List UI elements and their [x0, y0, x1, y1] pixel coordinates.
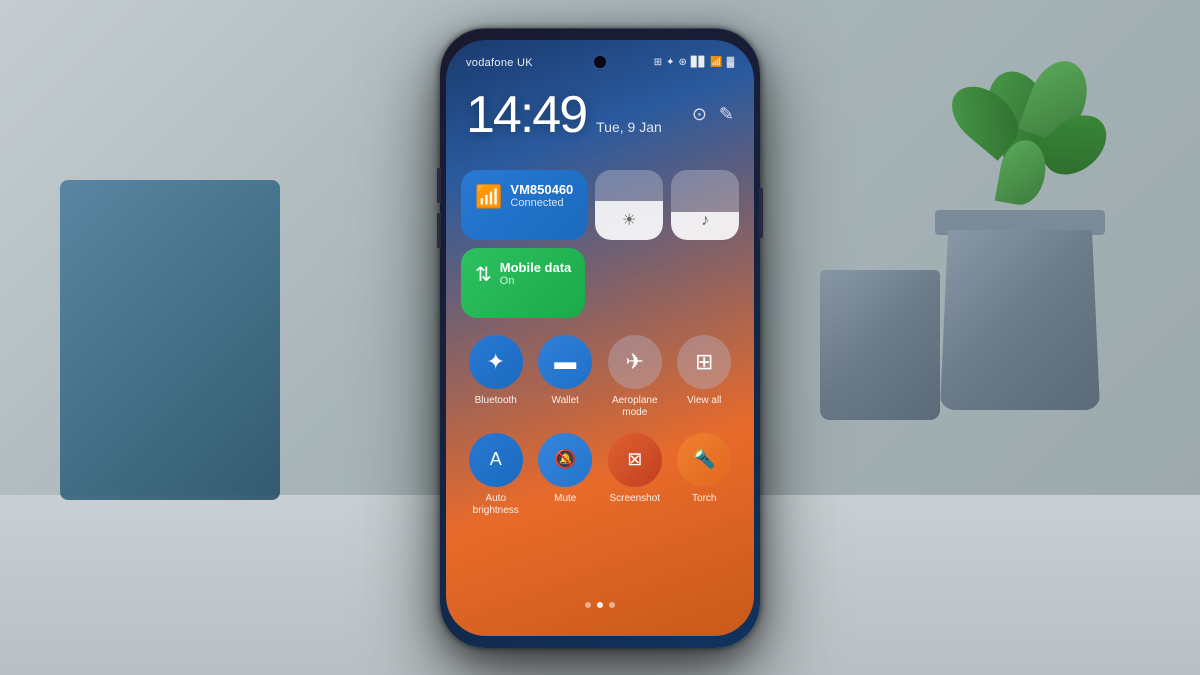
- torch-label: Torch: [692, 493, 716, 505]
- nfc-icon: ⊞: [654, 57, 662, 68]
- torch-action: 🔦 Torch: [674, 433, 734, 517]
- date-display: Tue, 9 Jan: [596, 119, 662, 135]
- settings-icon[interactable]: ⊙: [692, 104, 707, 125]
- plant-pot-small: [820, 200, 940, 420]
- aeroplane-label: Aeroplane mode: [605, 395, 665, 419]
- volume-down-button[interactable]: [437, 213, 441, 248]
- edit-icon[interactable]: ✎: [719, 104, 734, 125]
- brightness-tile[interactable]: ☀: [595, 170, 663, 240]
- mute-label: Mute: [554, 493, 576, 505]
- carrier-text: vodafone UK: [466, 57, 533, 69]
- clock-area: 14:49 Tue, 9 Jan ⊙ ✎: [466, 85, 734, 145]
- clock: 14:49 Tue, 9 Jan: [466, 85, 662, 145]
- tiles-row-2: ⇅ Mobile data On: [461, 248, 739, 318]
- phone: vodafone UK ⊞ ✦ ⊛ ▊▊ 📶 ▓ 14:49 Tue, 9 Ja…: [440, 28, 760, 648]
- mobile-data-tile[interactable]: ⇅ Mobile data On: [461, 248, 585, 318]
- volume-tile[interactable]: ♪: [671, 170, 739, 240]
- status-icons: ⊞ ✦ ⊛ ▊▊ 📶 ▓: [654, 57, 734, 68]
- view-all-action: ⊞ View all: [674, 335, 734, 419]
- page-dots: [585, 602, 615, 608]
- plant-pot-large: [920, 60, 1120, 410]
- tile-spacer-1: [593, 248, 662, 318]
- quick-tiles: 📶 VM850460 Connected ☀ ♪: [461, 170, 739, 326]
- dot-1[interactable]: [585, 602, 591, 608]
- auto-brightness-label: Auto brightness: [466, 493, 526, 517]
- wifi-status-icon: 📶: [710, 57, 722, 68]
- wallet-button[interactable]: ▬: [538, 335, 592, 389]
- auto-brightness-action: A Auto brightness: [466, 433, 526, 517]
- wallet-label: Wallet: [552, 395, 579, 407]
- bluetooth-action: ✦ Bluetooth: [466, 335, 526, 419]
- signal-bars-icon: ▊▊: [691, 57, 706, 68]
- clock-action-icons: ⊙ ✎: [692, 104, 734, 125]
- bluetooth-icon: ✦: [666, 57, 674, 68]
- mobile-data-text: Mobile data On: [500, 260, 572, 287]
- bluetooth-label: Bluetooth: [475, 395, 517, 407]
- aeroplane-action: ✈ Aeroplane mode: [605, 335, 665, 419]
- tiles-row-1: 📶 VM850460 Connected ☀ ♪: [461, 170, 739, 240]
- wifi-tile[interactable]: 📶 VM850460 Connected: [461, 170, 587, 240]
- aeroplane-button[interactable]: ✈: [608, 335, 662, 389]
- wifi-tile-text: VM850460 Connected: [510, 182, 573, 209]
- dot-3[interactable]: [609, 602, 615, 608]
- action-row-1: ✦ Bluetooth ▬ Wallet ✈ Aeroplane mode: [461, 335, 739, 419]
- time-display: 14:49: [466, 85, 586, 145]
- dot-2[interactable]: [597, 602, 603, 608]
- mute-action: 🔕 Mute: [535, 433, 595, 517]
- screenshot-label: Screenshot: [609, 493, 660, 505]
- power-button[interactable]: [759, 188, 763, 238]
- scene: vodafone UK ⊞ ✦ ⊛ ▊▊ 📶 ▓ 14:49 Tue, 9 Ja…: [0, 0, 1200, 675]
- wifi-status: Connected: [510, 197, 573, 209]
- view-all-label: View all: [687, 395, 721, 407]
- tile-spacer-2: [670, 248, 739, 318]
- screenshot-button[interactable]: ⊠: [608, 433, 662, 487]
- torch-button[interactable]: 🔦: [677, 433, 731, 487]
- volume-icon: ♪: [701, 212, 709, 230]
- bluetooth-button[interactable]: ✦: [469, 335, 523, 389]
- volume-up-button[interactable]: [437, 168, 441, 203]
- battery-icon: ▓: [727, 57, 734, 68]
- screenshot-action: ⊠ Screenshot: [605, 433, 665, 517]
- auto-brightness-button[interactable]: A: [469, 433, 523, 487]
- mobile-data-name: Mobile data: [500, 260, 572, 275]
- phone-screen: vodafone UK ⊞ ✦ ⊛ ▊▊ 📶 ▓ 14:49 Tue, 9 Ja…: [446, 40, 754, 636]
- quick-actions: ✦ Bluetooth ▬ Wallet ✈ Aeroplane mode: [461, 335, 739, 531]
- background-box: [60, 180, 280, 500]
- wifi-tile-icon: 📶: [475, 184, 502, 210]
- wallet-action: ▬ Wallet: [535, 335, 595, 419]
- mobile-data-icon: ⇅: [475, 262, 492, 287]
- front-camera: [594, 56, 606, 68]
- action-row-2: A Auto brightness 🔕 Mute ⊠ Screenshot: [461, 433, 739, 517]
- brightness-icon: ☀: [622, 210, 636, 230]
- wifi-network-name: VM850460: [510, 182, 573, 197]
- view-all-button[interactable]: ⊞: [677, 335, 731, 389]
- sync-icon: ⊛: [678, 57, 686, 68]
- mobile-data-status: On: [500, 275, 572, 287]
- mute-button[interactable]: 🔕: [538, 433, 592, 487]
